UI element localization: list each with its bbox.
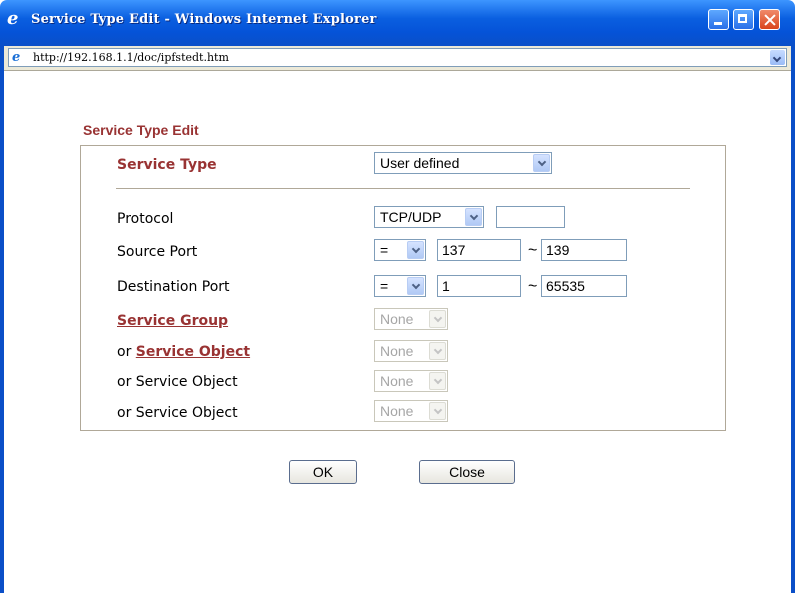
maximize-button[interactable]	[733, 9, 754, 30]
range-tilde: ~	[528, 278, 538, 295]
destination-port-end-input[interactable]: 65535	[541, 275, 627, 297]
chevron-down-icon	[407, 277, 424, 295]
protocol-label: Protocol	[117, 211, 174, 227]
source-port-start-input[interactable]: 137	[437, 239, 521, 261]
protocol-select[interactable]: TCP/UDP	[374, 206, 484, 228]
service-group-row-label: Service Group	[117, 313, 228, 329]
ie-logo-icon: e	[7, 8, 19, 29]
service-object-3-select[interactable]: None	[374, 400, 448, 422]
service-object-3-value: None	[380, 403, 414, 419]
close-button[interactable]: Close	[419, 460, 515, 484]
address-url: http://192.168.1.1/doc/ipfstedt.htm	[33, 51, 229, 64]
address-bar: e http://192.168.1.1/doc/ipfstedt.htm	[4, 46, 791, 71]
chevron-down-icon	[429, 310, 446, 328]
service-type-select[interactable]: User defined	[374, 152, 552, 174]
window-title: Service Type Edit - Windows Internet Exp…	[31, 12, 377, 27]
source-port-operator-select[interactable]: =	[374, 239, 426, 261]
service-type-label: Service Type	[117, 157, 217, 173]
chevron-down-icon	[429, 372, 446, 390]
source-port-end-input[interactable]: 139	[541, 239, 627, 261]
title-bar[interactable]: e Service Type Edit - Windows Internet E…	[0, 0, 795, 46]
service-object-1-select[interactable]: None	[374, 340, 448, 362]
divider	[116, 188, 690, 189]
chevron-down-icon	[429, 402, 446, 420]
page-title: Service Type Edit	[83, 122, 199, 138]
chevron-down-icon	[465, 208, 482, 226]
service-object-1-row-label: or Service Object	[117, 344, 250, 360]
destination-port-start-input[interactable]: 1	[437, 275, 521, 297]
service-object-2-label: or Service Object	[117, 374, 238, 390]
destination-port-label: Destination Port	[117, 279, 230, 295]
address-field[interactable]: e http://192.168.1.1/doc/ipfstedt.htm	[8, 48, 787, 67]
service-object-link[interactable]: Service Object	[136, 344, 250, 360]
window-border-right	[791, 46, 795, 593]
chevron-down-icon	[533, 154, 550, 172]
service-object-2-value: None	[380, 373, 414, 389]
service-object-3-label: or Service Object	[117, 405, 238, 421]
window-border-left	[0, 46, 4, 593]
source-port-label: Source Port	[117, 244, 198, 260]
chevron-down-icon	[407, 241, 424, 259]
service-group-link[interactable]: Service Group	[117, 313, 228, 329]
destination-port-operator: =	[380, 278, 389, 294]
minimize-button[interactable]	[708, 9, 729, 30]
chevron-down-icon[interactable]	[770, 50, 785, 65]
service-group-select[interactable]: None	[374, 308, 448, 330]
service-object-2-select[interactable]: None	[374, 370, 448, 392]
ok-button[interactable]: OK	[289, 460, 357, 484]
ie-popup-window: e Service Type Edit - Windows Internet E…	[0, 0, 795, 593]
service-type-value: User defined	[380, 155, 460, 171]
service-object-1-prefix: or	[117, 344, 132, 360]
range-tilde: ~	[528, 242, 538, 259]
source-port-operator: =	[380, 242, 389, 258]
protocol-number-input[interactable]	[496, 206, 565, 228]
service-object-1-value: None	[380, 343, 414, 359]
service-group-value: None	[380, 311, 414, 327]
protocol-value: TCP/UDP	[380, 209, 442, 225]
close-window-button[interactable]	[759, 9, 780, 30]
chevron-down-icon	[429, 342, 446, 360]
destination-port-operator-select[interactable]: =	[374, 275, 426, 297]
page-icon: e	[12, 50, 21, 65]
